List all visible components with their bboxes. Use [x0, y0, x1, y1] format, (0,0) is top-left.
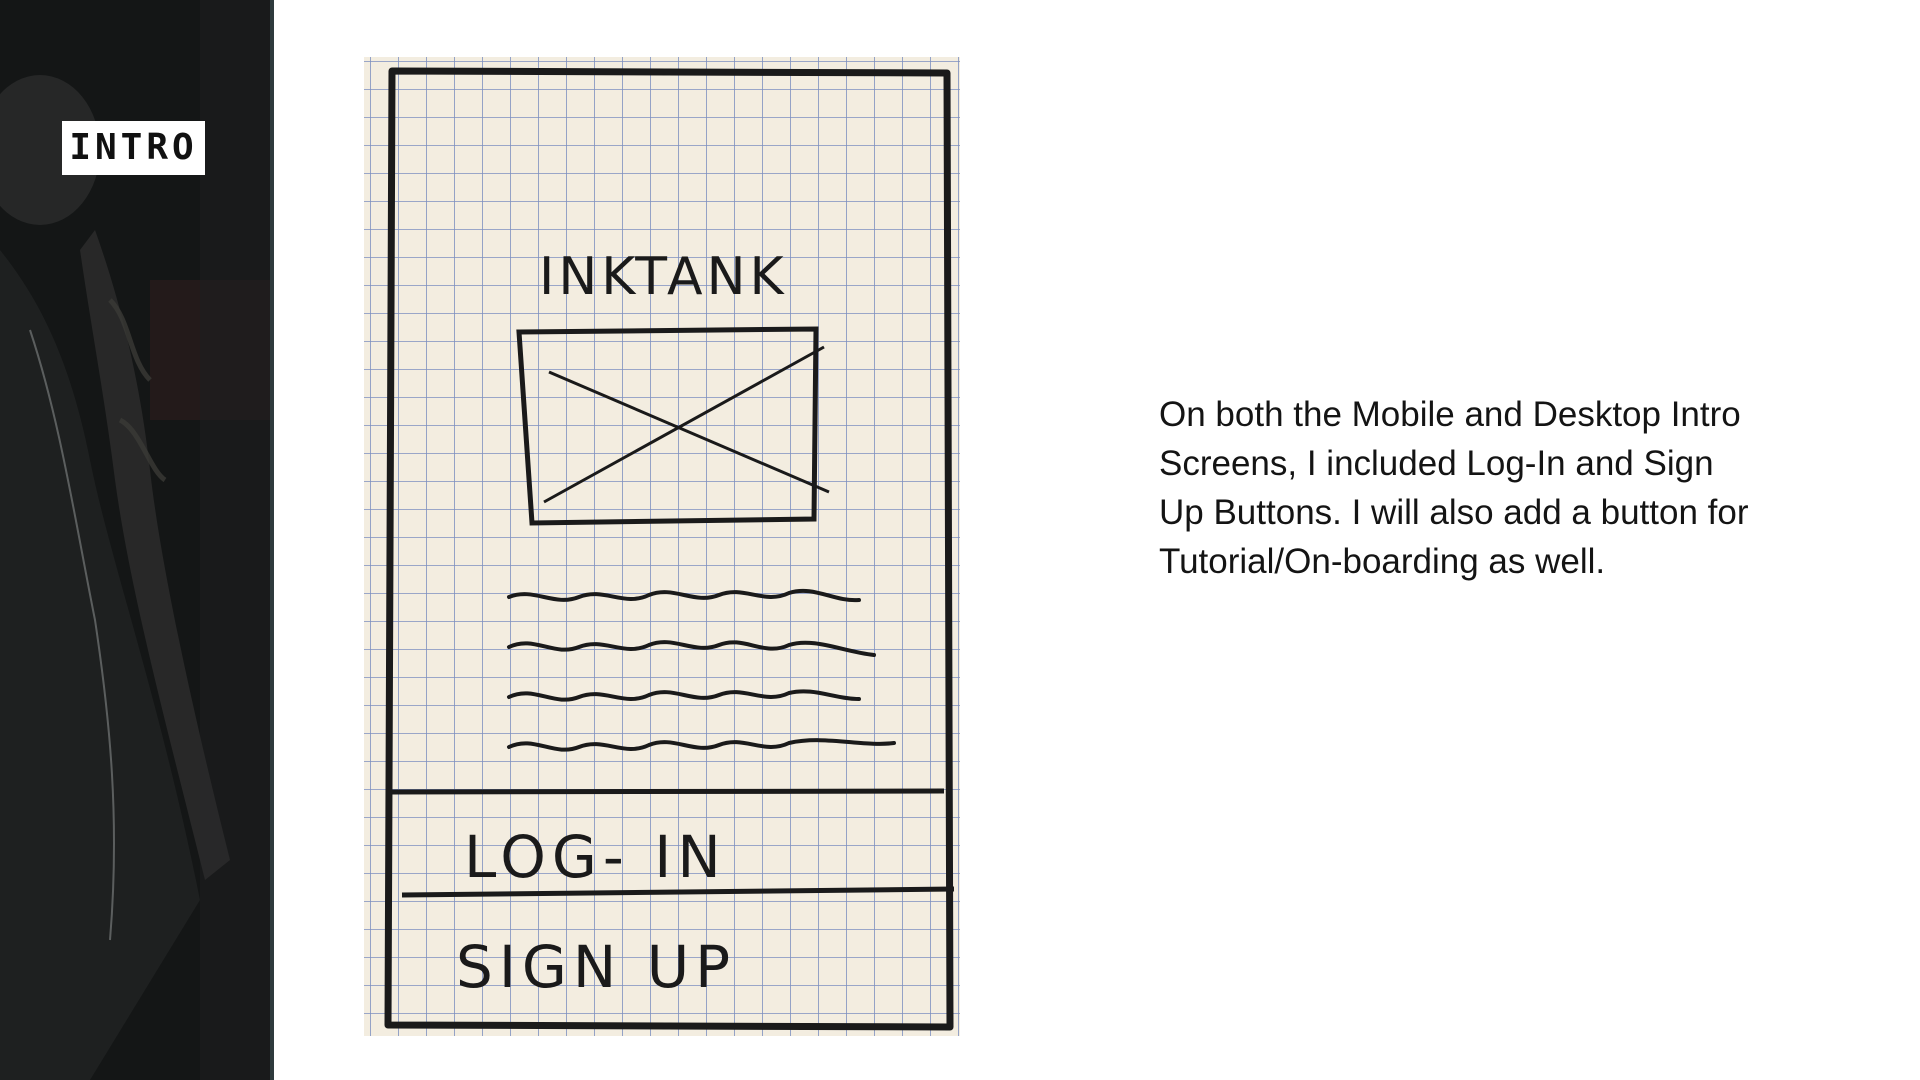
wireframe-sketch: INKTANK LOG- IN SIGN UP	[364, 57, 960, 1036]
sketch-login-button: LOG- IN	[464, 823, 727, 891]
slide-description: On both the Mobile and Desktop Intro Scr…	[1159, 395, 1749, 581]
wireframe-sketch-drawing: INKTANK LOG- IN SIGN UP	[364, 57, 960, 1036]
sidebar: INTRO	[0, 0, 270, 1080]
sidebar-divider	[270, 0, 274, 1080]
sketch-signup-button: SIGN UP	[456, 933, 736, 1001]
sketch-app-name: INKTANK	[539, 247, 788, 307]
section-label: INTRO	[62, 121, 205, 175]
slide: INTRO INKTANK LOG- IN SIGN UP On both th…	[0, 0, 1920, 1080]
login-divider	[387, 788, 945, 795]
